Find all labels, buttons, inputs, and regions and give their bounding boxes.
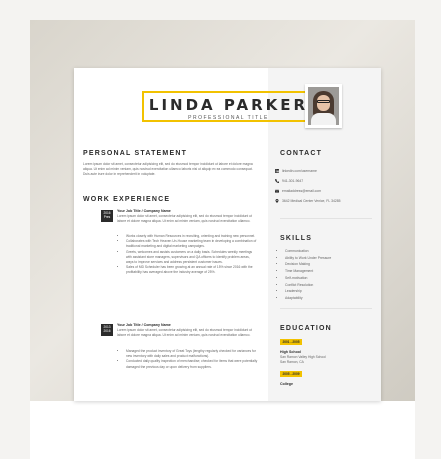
job-1-date: 2016 Pres (101, 210, 113, 222)
contact-address: 3642 Medical Center Venice, FL 34285 (275, 199, 341, 203)
divider (280, 218, 372, 219)
sidebar-content: CONTACT linkedin.com/username 941-301-96… (268, 68, 381, 401)
job-2-bullets: Managed the product inventory of Great T… (120, 349, 258, 370)
list-item: Collaborates with Tech Heaven Un-House m… (126, 239, 258, 249)
skills-list: Communication Ability to Work Under Pres… (280, 248, 331, 302)
list-item: Decision Making (285, 261, 331, 268)
list-item: Time Management (285, 268, 331, 275)
job-1-description: Lorem ipsum dolor sit amet, consectetur … (117, 214, 252, 224)
contact-email-text: emailaddress@email.com (282, 189, 322, 193)
education-heading: EDUCATION (280, 325, 332, 332)
education-1-school: High School (280, 350, 301, 354)
resume-sheet: LINDA PARKER PROFESSIONAL TITLE PERSONAL… (74, 68, 381, 401)
work-experience-heading: WORK EXPERIENCE (83, 196, 171, 203)
job-2-title: Your Job Title / Company Name (117, 323, 171, 327)
list-item: Conducted daily quality inspection of me… (126, 359, 258, 369)
job-1-bullets: Works closely with Human Resources in re… (120, 234, 258, 276)
contact-email: emailaddress@email.com (275, 189, 322, 193)
personal-statement-heading: PERSONAL STATEMENT (83, 150, 188, 157)
list-item: Ability to Work Under Pressure (285, 255, 331, 262)
skills-heading: SKILLS (280, 235, 313, 242)
list-item: Adaptability (285, 295, 331, 302)
list-item: Communication (285, 248, 331, 255)
list-item: Self-motivation (285, 275, 331, 282)
contact-phone-text: 941-301-9647 (282, 179, 304, 183)
email-icon (275, 189, 279, 193)
list-item: Conflict Resolution (285, 282, 331, 289)
job-2-date: 2013 2016 (101, 324, 113, 336)
contact-phone: 941-301-9647 (275, 179, 304, 183)
divider (280, 308, 372, 309)
contact-heading: CONTACT (280, 150, 323, 157)
contact-linkedin-text: linkedin.com/username (282, 169, 317, 173)
personal-statement-text: Lorem ipsum dolor sit amet, consectetur … (83, 162, 253, 177)
job-1-title: Your Job Title / Company Name (117, 209, 171, 213)
list-item: Sales of MD Scheduler has been growing a… (126, 265, 258, 275)
education-1-years: 2001 - 2005 (280, 339, 302, 345)
education-2-years: 2005 - 2009 (280, 371, 302, 377)
education-2-school: College (280, 382, 293, 386)
phone-icon (275, 179, 279, 183)
list-item: Greets, welcomes and assists customers o… (126, 250, 258, 266)
contact-linkedin: linkedin.com/username (275, 169, 317, 173)
list-item: Managed the product inventory of Great T… (126, 349, 258, 359)
list-item: Leadership (285, 288, 331, 295)
job-2-description: Lorem ipsum dolor sit amet, consectetur … (117, 328, 252, 338)
location-icon (275, 199, 279, 203)
linkedin-icon (275, 169, 279, 173)
page-bottom-margin (30, 401, 415, 459)
contact-address-text: 3642 Medical Center Venice, FL 34285 (282, 199, 341, 203)
education-1-line2: San Ramon, CA (280, 360, 304, 364)
